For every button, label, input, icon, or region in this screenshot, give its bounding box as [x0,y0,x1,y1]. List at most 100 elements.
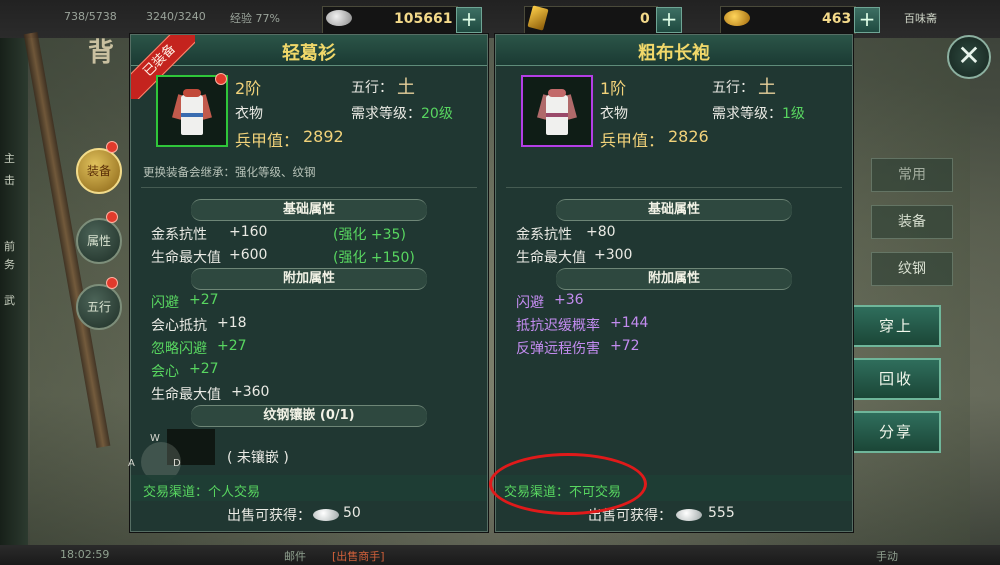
extra-attributes-header: 附加属性 [556,268,792,290]
robe-icon [172,85,212,137]
armor-label: 兵甲值： [600,131,665,150]
silver-icon [326,10,352,26]
tab-gear[interactable]: 装备 [871,205,953,239]
share-button[interactable]: 分享 [851,411,941,453]
tab-wengang[interactable]: 纹钢 [871,252,953,286]
base-stat-name: 生命最大值 [151,250,221,266]
extra-stat-value: +144 [610,315,649,331]
divider [506,187,842,188]
add-silver-button[interactable]: + [456,7,482,33]
extra-stat-name: 抵抗迟缓概率 [516,318,600,334]
sell-value: 555 [708,505,735,521]
hp-readout: 738/5738 [64,10,117,23]
armor-value: 2826 [668,127,709,146]
inherit-note: 更换装备会继承：强化等级、纹钢 [143,165,316,179]
base-stat-value: +600 [229,247,268,263]
required-level-label: 需求等级： [351,106,421,122]
equip-button[interactable]: 穿上 [851,305,941,347]
silver-coin-icon [313,509,339,521]
item-rank: 2阶 [235,79,262,98]
required-level-label: 需求等级： [712,106,782,122]
notification-dot [106,277,118,289]
bag-title: 背 [88,38,115,68]
sell-value: 50 [343,505,361,521]
side-text-3: 前 [4,240,15,253]
robe-icon [537,85,577,137]
extra-stat-value: +360 [231,384,270,400]
side-text-1: 主 [4,152,15,165]
notification-dot [106,141,118,153]
extra-stat-name: 反弹远程伤害 [516,341,600,357]
element-label: 五行： [351,80,393,96]
socket-status: ( 未镶嵌 ) [227,450,289,466]
extra-attributes-header: 附加属性 [191,268,427,290]
clock-text: 18:02:59 [60,548,110,561]
item-rank: 1阶 [600,79,627,98]
extra-stat-value: +18 [217,315,247,331]
element-label: 五行： [712,80,754,96]
mail-button[interactable]: 邮件 [284,548,306,564]
bottom-bar: 18:02:59 邮件 [出售商手] 手动 [0,545,1000,565]
base-stat-value: +80 [586,224,616,240]
add-ingot-button[interactable]: + [854,7,880,33]
mp-readout: 3240/3240 [146,10,206,23]
top-resource-bar: 738/5738 3240/3240 经验 77% 105661 + 0 + 4… [0,0,1000,38]
trade-channel: 交易渠道：个人交易 [143,485,261,500]
extra-stat-name: 闪避 [151,295,179,311]
exp-readout: 经验 77% [230,12,280,25]
ingot-value: 463 [822,11,852,27]
extra-stat-value: +27 [217,338,247,354]
enhance-bonus: (强化 +150) [333,250,415,266]
base-stat-name: 金系抗性 [516,227,572,243]
highlight-ellipse [489,453,647,515]
extra-stat-name: 会心 [151,364,179,380]
base-stat-name: 金系抗性 [151,227,207,243]
extra-stat-name: 闪避 [516,295,544,311]
joystick-w-label: W [150,433,160,444]
ingot-icon [724,10,750,26]
base-attributes-header: 基础属性 [191,199,427,221]
notification-dot [106,211,118,223]
top-right-tag: 百味斋 [904,12,937,25]
earth-element-icon: 土 [397,77,415,98]
extra-stat-value: +27 [189,292,219,308]
joystick-a-label: A [128,458,135,469]
extra-stat-name: 生命最大值 [151,387,221,403]
gold-value: 0 [640,11,650,27]
tab-equipment[interactable]: 装备 [76,148,122,194]
extra-stat-value: +27 [189,361,219,377]
required-level-value: 20级 [421,106,453,122]
item-name: 粗布长袍 [638,43,710,64]
socket-header: 纹钢镶嵌 (0/1) [191,405,427,427]
extra-stat-name: 会心抵抗 [151,318,207,334]
enhance-bonus: (强化 +35) [333,227,406,243]
armor-label: 兵甲值： [235,131,300,150]
base-stat-name: 生命最大值 [516,250,586,266]
close-button[interactable]: ✕ [947,35,991,79]
chat-message: [出售商手] [332,550,385,563]
item-type: 衣物 [600,106,628,122]
recycle-button[interactable]: 回收 [851,358,941,400]
armor-value: 2892 [303,127,344,146]
extra-stat-value: +72 [610,338,640,354]
add-gold-button[interactable]: + [656,7,682,33]
side-text-4: 务 [4,258,15,271]
divider [141,187,477,188]
required-level-value: 1级 [782,106,805,122]
tab-common[interactable]: 常用 [871,158,953,192]
auto-mode-toggle[interactable]: 手动 [876,548,898,564]
extra-stat-value: +36 [554,292,584,308]
equipped-item-card: 轻葛衫 已装备 2阶 五行： 土 衣物 需求等级： 20级 兵甲值： 2892 … [128,34,488,532]
earth-element-icon: 土 [758,77,776,98]
base-stat-value: +160 [229,224,268,240]
item-icon-frame[interactable] [156,75,228,147]
base-attributes-header: 基础属性 [556,199,792,221]
silver-value: 105661 [394,11,453,27]
extra-stat-name: 忽略闪避 [151,341,207,357]
item-type: 衣物 [235,106,263,122]
joystick-d-label: D [173,458,181,469]
sell-label: 出售可获得： [227,508,311,524]
item-icon-frame[interactable] [521,75,593,147]
tab-attributes[interactable]: 属性 [76,218,122,264]
tab-five-elements[interactable]: 五行 [76,284,122,330]
